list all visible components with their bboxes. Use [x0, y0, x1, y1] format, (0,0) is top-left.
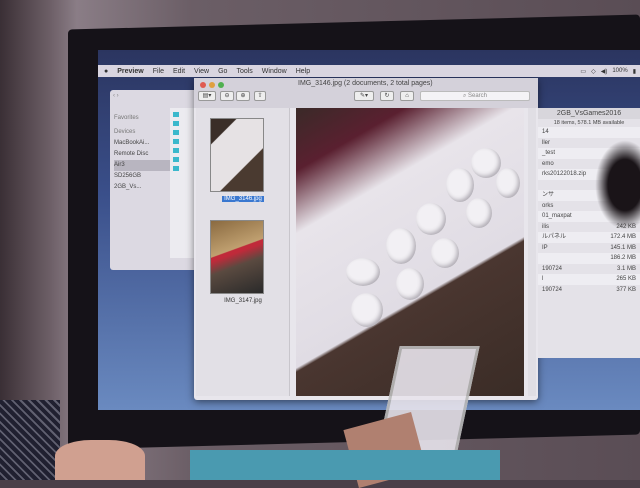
- menu-file[interactable]: File: [153, 68, 164, 75]
- folder-column: [170, 108, 196, 258]
- finder-title: 2GB_VsGames2016: [538, 108, 640, 119]
- scrollbar[interactable]: [528, 108, 536, 396]
- pebble: [466, 198, 492, 228]
- file-name: _test: [542, 150, 556, 156]
- zoom-button[interactable]: [218, 82, 224, 88]
- battery-percent[interactable]: 100%: [612, 68, 627, 74]
- zoom-in-button[interactable]: ⊕: [236, 91, 250, 101]
- menu-bar: ● Preview File Edit View Go Tools Window…: [98, 65, 640, 77]
- share-icon[interactable]: ⇧: [254, 91, 266, 101]
- finder-status: 18 items, 578.1 MB available: [553, 120, 625, 126]
- file-row[interactable]: 190724 3.1 MB: [538, 264, 640, 275]
- file-name: 190724: [542, 286, 563, 293]
- thumbnail-sidebar: IMG_3146.jpg IMG_3147.jpg: [196, 108, 290, 396]
- file-name: IP: [542, 244, 548, 251]
- menu-go[interactable]: Go: [218, 68, 227, 75]
- person-hands: [55, 440, 145, 480]
- basket: [190, 450, 500, 480]
- file-name: orks: [542, 202, 554, 209]
- thumbnail-img-3146[interactable]: [210, 118, 264, 192]
- finder-nav: ‹ ›: [110, 90, 200, 106]
- file-row[interactable]: 190724 377 KB: [538, 285, 640, 296]
- pebble: [471, 148, 501, 178]
- thumbnail-img-3147[interactable]: [210, 220, 264, 294]
- pebble: [496, 168, 520, 198]
- file-size: 172.4 MB: [610, 234, 636, 240]
- markup-button[interactable]: ✎▾: [354, 91, 374, 101]
- minimize-button[interactable]: [209, 82, 215, 88]
- zoom-out-button[interactable]: ⊖: [220, 91, 234, 101]
- file-name: 01_maxpat: [542, 213, 572, 219]
- rotate-button[interactable]: ↻: [380, 91, 394, 101]
- pebble: [431, 238, 459, 268]
- pebble: [346, 258, 380, 286]
- file-name: ンサ: [542, 192, 555, 198]
- file-row[interactable]: 186.2 MB: [538, 253, 640, 264]
- airplay-icon[interactable]: ▭: [580, 68, 586, 75]
- pebble: [396, 268, 424, 300]
- menu-window[interactable]: Window: [262, 68, 287, 75]
- thumbnail-label: IMG_3146.jpg: [222, 196, 264, 202]
- back-button[interactable]: ‹ ›: [113, 93, 119, 99]
- status-area: ▭ ◇ ◀) 100% ▮: [580, 65, 636, 77]
- file-name: emo: [542, 160, 554, 167]
- file-name: rks20122018.zip: [542, 171, 587, 177]
- battery-icon: ▮: [632, 68, 636, 75]
- file-row[interactable]: IP 145.1 MB: [538, 243, 640, 254]
- file-size: 265 KB: [616, 276, 636, 282]
- window-title: IMG_3146.jpg (2 documents, 2 total pages…: [298, 80, 433, 87]
- menu-app-name[interactable]: Preview: [117, 68, 143, 75]
- thumbnail-label: IMG_3147.jpg: [224, 298, 262, 304]
- finder-window-left: ‹ › Favorites Devices MacBookAi... Remot…: [110, 90, 200, 270]
- person-head: [595, 140, 640, 230]
- person-shirt: [0, 400, 60, 480]
- file-name: 14: [542, 129, 549, 135]
- volume-icon[interactable]: ◀): [601, 68, 608, 75]
- pebble: [386, 228, 416, 264]
- menu-view[interactable]: View: [194, 68, 209, 75]
- file-name: ルパネル: [542, 234, 567, 240]
- preview-window: IMG_3146.jpg (2 documents, 2 total pages…: [194, 78, 538, 400]
- pebble: [416, 203, 446, 235]
- search-placeholder: Search: [468, 93, 488, 99]
- file-name: ilis: [542, 223, 549, 230]
- file-size: 3.1 MB: [616, 265, 636, 272]
- file-row[interactable]: 14: [538, 127, 640, 138]
- file-row[interactable]: ルパネル 172.4 MB: [538, 232, 640, 243]
- menu-help[interactable]: Help: [296, 68, 310, 75]
- file-name: 190724: [542, 265, 563, 272]
- apple-icon[interactable]: ●: [104, 68, 108, 75]
- pebble: [351, 293, 383, 327]
- search-input[interactable]: ⌕ Search: [420, 91, 530, 101]
- menu-tools[interactable]: Tools: [236, 68, 252, 75]
- monitor-screen: ● Preview File Edit View Go Tools Window…: [98, 50, 640, 410]
- wifi-icon[interactable]: ◇: [591, 68, 596, 75]
- file-size: 377 KB: [616, 286, 636, 293]
- file-size: 145.1 MB: [610, 244, 636, 251]
- file-name: l: [542, 276, 544, 282]
- toolbox-icon[interactable]: ⌂: [400, 91, 414, 101]
- close-button[interactable]: [200, 82, 206, 88]
- file-name: ller: [542, 139, 551, 146]
- menu-edit[interactable]: Edit: [173, 68, 185, 75]
- preview-titlebar: IMG_3146.jpg (2 documents, 2 total pages…: [194, 78, 538, 108]
- file-row[interactable]: l 265 KB: [538, 274, 640, 285]
- pebble: [446, 168, 474, 202]
- file-size: 186.2 MB: [610, 255, 636, 261]
- sidebar-toggle-button[interactable]: ▤▾: [198, 91, 216, 101]
